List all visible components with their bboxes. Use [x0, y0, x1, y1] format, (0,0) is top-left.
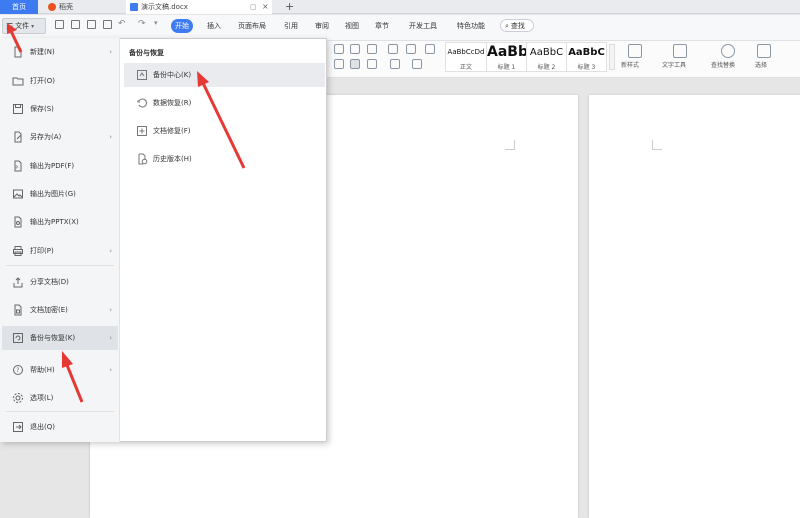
annotation-arrows: [7, 23, 246, 403]
annotation-arrow-backup-restore: [62, 351, 84, 403]
annotation-arrow-backup-center: [197, 71, 246, 169]
annotation-arrow-file: [7, 23, 23, 53]
